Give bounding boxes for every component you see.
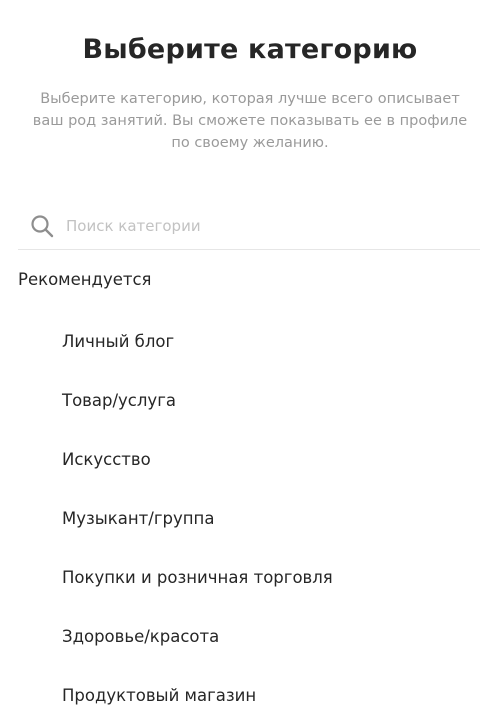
page-subtitle: Выберите категорию, которая лучше всего … [32,91,468,151]
search-icon [30,214,54,238]
category-list: Личный блог Товар/услуга Искусство Музык… [0,312,500,725]
section-header-recommended: Рекомендуется [18,270,152,289]
page-title: Выберите категорию [82,34,418,65]
category-item[interactable]: Личный блог [0,312,500,371]
category-item[interactable]: Искусство [0,430,500,489]
category-item[interactable]: Здоровье/красота [0,607,500,666]
category-item[interactable]: Продуктовый магазин [0,666,500,725]
search-input[interactable] [66,217,446,235]
category-item[interactable]: Покупки и розничная торговля [0,548,500,607]
category-item[interactable]: Товар/услуга [0,371,500,430]
search-bar[interactable] [18,203,480,250]
category-item[interactable]: Музыкант/группа [0,489,500,548]
